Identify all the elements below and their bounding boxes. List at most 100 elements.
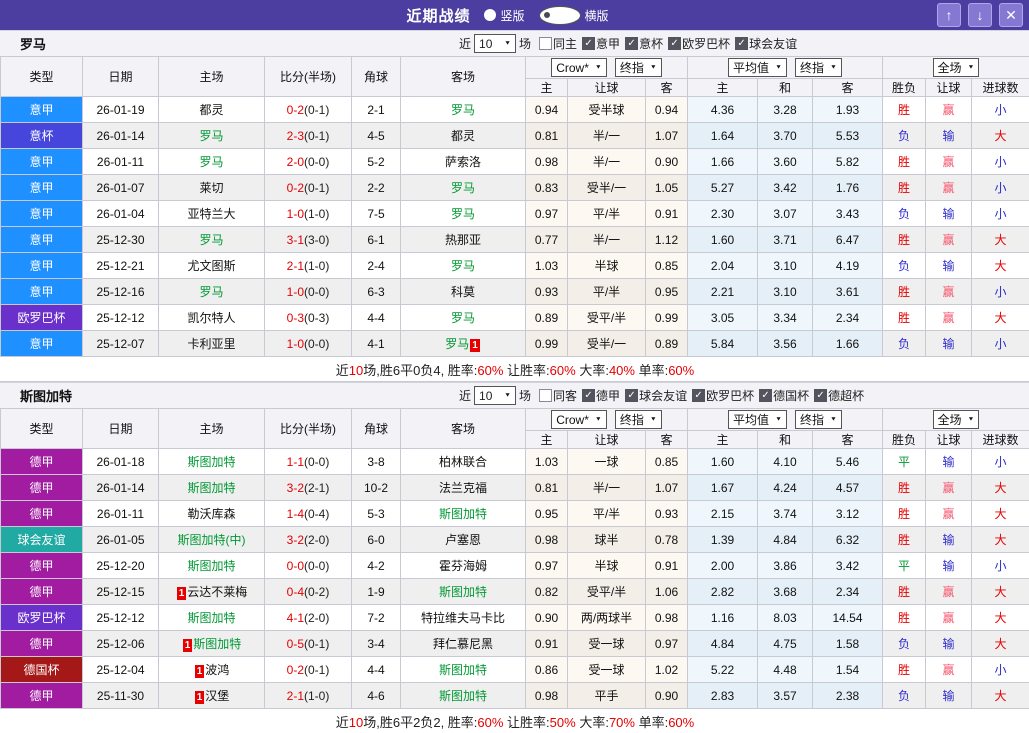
score-cell: 2-0(0-0): [265, 149, 352, 175]
crow-odds-cell: 0.89: [646, 331, 688, 357]
checkbox-icon[interactable]: ✓: [814, 389, 827, 402]
checkbox-label: 同客: [553, 387, 577, 404]
select-value: 平均值: [733, 411, 769, 428]
crow-odds-cell: 受平/半: [568, 305, 646, 331]
team-label: 斯图加特: [187, 455, 235, 469]
league-type-cell: 意甲: [1, 175, 83, 201]
average-odds-cell: 2.15: [688, 501, 758, 527]
date-cell: 25-12-12: [83, 605, 159, 631]
checkbox-label: 欧罗巴杯: [682, 35, 730, 52]
average-odds-cell: 2.04: [688, 253, 758, 279]
filter-bar: 近10▼场同主✓意甲✓意杯✓欧罗巴杯✓球会友谊: [456, 34, 797, 53]
crow-odds-cell: 1.12: [646, 227, 688, 253]
verdict-cell: 胜: [883, 279, 926, 305]
checkbox-icon[interactable]: ✓: [582, 389, 595, 402]
average-odds-cell: 5.46: [813, 449, 883, 475]
home-team-cell: 1斯图加特: [159, 631, 265, 657]
page-title: 近期战绩: [406, 5, 470, 26]
scroll-down-button[interactable]: ↓: [968, 3, 992, 27]
col-header-avg-home: 主: [688, 79, 758, 97]
average-odds-cell: 4.19: [813, 253, 883, 279]
checkbox-icon[interactable]: ✓: [582, 37, 595, 50]
league-checkbox[interactable]: ✓德国杯: [759, 387, 809, 404]
checkbox-icon[interactable]: ✓: [625, 389, 638, 402]
average-stage-select[interactable]: 终指▼: [795, 58, 842, 77]
away-team-cell: 特拉维夫马卡比: [401, 605, 526, 631]
checkbox-icon[interactable]: ✓: [692, 389, 705, 402]
league-checkbox[interactable]: ✓德超杯: [814, 387, 864, 404]
date-cell: 25-12-16: [83, 279, 159, 305]
odds-stage-select[interactable]: 终指▼: [615, 58, 662, 77]
score-cell: 0-2(0-1): [265, 657, 352, 683]
checkbox-label: 德超杯: [828, 387, 864, 404]
home-team-cell: 亚特兰大: [159, 201, 265, 227]
league-checkbox[interactable]: ✓意甲: [582, 35, 620, 52]
league-type-cell: 德国杯: [1, 657, 83, 683]
home-team-cell: 莱切: [159, 175, 265, 201]
verdict-cell: 输: [926, 449, 972, 475]
checkbox-icon[interactable]: ✓: [759, 389, 772, 402]
select-value: 终指: [800, 59, 824, 76]
fulltime-score: 1-0: [287, 207, 304, 221]
dropdown-arrow-icon: ▼: [504, 41, 511, 47]
average-select[interactable]: 平均值▼: [728, 58, 787, 77]
league-checkbox[interactable]: ✓意杯: [625, 35, 663, 52]
view-mode-radio[interactable]: 横版: [539, 6, 609, 25]
dropdown-arrow-icon: ▼: [775, 65, 782, 71]
bookmaker-select[interactable]: Crow*▼: [551, 58, 607, 77]
same-venue-checkbox[interactable]: 同客: [539, 387, 577, 404]
average-select[interactable]: 平均值▼: [728, 410, 787, 429]
league-checkbox[interactable]: ✓欧罗巴杯: [692, 387, 754, 404]
average-stage-select[interactable]: 终指▼: [795, 410, 842, 429]
crow-odds-cell: 0.95: [646, 279, 688, 305]
team-name: 罗马: [20, 34, 46, 53]
col-header-handicap-result: 让球: [926, 431, 972, 449]
match-row: 欧罗巴杯25-12-12斯图加特4-1(2-0)7-2特拉维夫马卡比0.90两/…: [1, 605, 1029, 631]
view-mode-radio[interactable]: 竖版: [484, 6, 524, 25]
checkbox-icon[interactable]: ✓: [735, 37, 748, 50]
average-odds-cell: 2.83: [688, 683, 758, 709]
average-odds-cell: 3.71: [758, 227, 813, 253]
crow-odds-cell: 0.91: [646, 553, 688, 579]
scope-select[interactable]: 全场▼: [933, 58, 980, 77]
corner-cell: 4-4: [352, 305, 401, 331]
col-header-score: 比分(半场): [265, 57, 352, 97]
date-cell: 26-01-11: [83, 149, 159, 175]
checkbox-icon[interactable]: [539, 37, 552, 50]
league-checkbox[interactable]: ✓欧罗巴杯: [668, 35, 730, 52]
league-type-cell: 意甲: [1, 227, 83, 253]
checkbox-icon[interactable]: ✓: [668, 37, 681, 50]
average-odds-cell: 1.60: [688, 227, 758, 253]
close-button[interactable]: ✕: [999, 3, 1023, 27]
odds-stage-select[interactable]: 终指▼: [615, 410, 662, 429]
league-type-cell: 德甲: [1, 553, 83, 579]
crow-odds-cell: 一球: [568, 449, 646, 475]
same-venue-checkbox[interactable]: 同主: [539, 35, 577, 52]
select-value: 10: [479, 389, 492, 403]
radio-icon[interactable]: [484, 9, 496, 21]
checkbox-icon[interactable]: [539, 389, 552, 402]
team-label: 尤文图斯: [187, 259, 235, 273]
league-checkbox[interactable]: ✓球会友谊: [735, 35, 797, 52]
checkbox-icon[interactable]: ✓: [625, 37, 638, 50]
scroll-up-button[interactable]: ↑: [937, 3, 961, 27]
away-team-cell: 罗马: [401, 175, 526, 201]
col-header-corner: 角球: [352, 57, 401, 97]
league-checkbox[interactable]: ✓球会友谊: [625, 387, 687, 404]
league-type-cell: 德甲: [1, 631, 83, 657]
verdict-cell: 赢: [926, 605, 972, 631]
bookmaker-select[interactable]: Crow*▼: [551, 410, 607, 429]
crow-odds-cell: 0.89: [526, 305, 568, 331]
home-team-cell: 卡利亚里: [159, 331, 265, 357]
league-checkbox[interactable]: ✓德甲: [582, 387, 620, 404]
match-count-select[interactable]: 10▼: [474, 34, 516, 53]
average-odds-cell: 2.30: [688, 201, 758, 227]
checkbox-label: 同主: [553, 35, 577, 52]
average-odds-cell: 3.60: [758, 149, 813, 175]
team-label: 斯图加特: [193, 637, 241, 651]
match-count-select[interactable]: 10▼: [474, 386, 516, 405]
radio-icon[interactable]: [539, 6, 581, 25]
col-header-result: 胜负: [883, 79, 926, 97]
scope-select[interactable]: 全场▼: [933, 410, 980, 429]
average-odds-cell: 4.48: [758, 657, 813, 683]
